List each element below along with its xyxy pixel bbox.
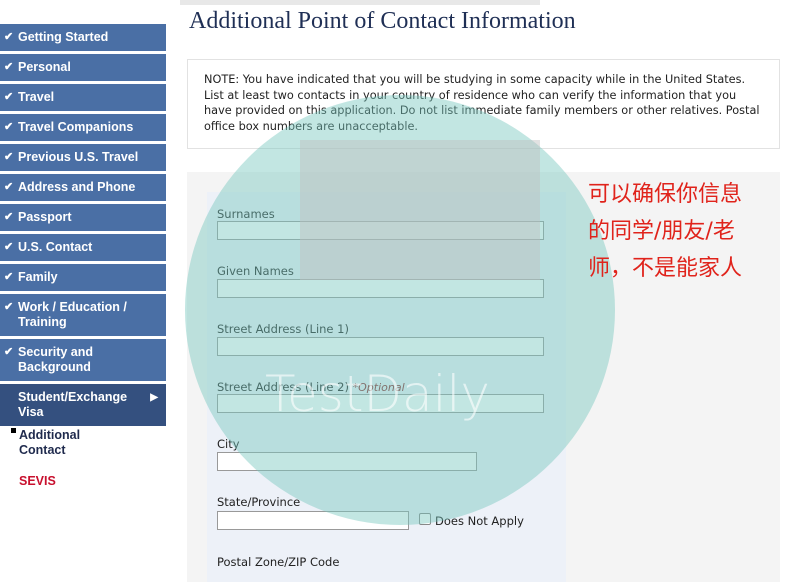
street2-label-text: Street Address (Line 2)	[217, 380, 349, 394]
arrow-right-icon: ▶	[150, 392, 158, 403]
sidebar-item-label: Travel Companions	[18, 120, 134, 134]
street2-label: Street Address (Line 2) *Optional	[217, 380, 405, 394]
sidebar-nav: ✔ Getting Started ✔ Personal ✔ Travel ✔ Trav…	[0, 24, 166, 429]
check-icon: ✔	[4, 181, 14, 193]
sidebar-item-personal[interactable]: ✔ Personal	[0, 54, 166, 81]
check-icon: ✔	[4, 151, 14, 163]
annotation-text: 可以确保你信息的同学/朋友/老师，不是能家人	[588, 182, 743, 281]
postal-label: Postal Zone/ZIP Code	[217, 555, 340, 569]
bullet-icon	[11, 428, 16, 433]
city-input[interactable]	[217, 452, 477, 471]
sidebar-item-student-exchange[interactable]: Student/Exchange Visa ▶	[0, 384, 166, 426]
sidebar-item-label: Getting Started	[18, 30, 109, 44]
page-title: Additional Point of Contact Information	[189, 8, 576, 34]
sidebar-item-family[interactable]: ✔ Family	[0, 264, 166, 291]
check-icon: ✔	[4, 211, 14, 223]
check-icon: ✔	[4, 271, 14, 283]
state-label: State/Province	[217, 495, 301, 509]
street2-input[interactable]	[217, 394, 544, 413]
surnames-label: Surnames	[217, 207, 275, 221]
sidebar-item-us-contact[interactable]: ✔ U.S. Contact	[0, 234, 166, 261]
sidebar-item-label: Student/Exchange Visa	[18, 390, 128, 419]
check-icon: ✔	[4, 346, 14, 358]
given-names-input[interactable]	[217, 279, 544, 298]
check-icon: ✔	[4, 91, 14, 103]
given-names-label: Given Names	[217, 264, 294, 278]
sidebar-subitem-sevis[interactable]: SEVIS	[19, 474, 56, 489]
sidebar-item-security[interactable]: ✔ Security and Background	[0, 339, 166, 381]
sidebar-item-previous-us-travel[interactable]: ✔ Previous U.S. Travel	[0, 144, 166, 171]
state-input[interactable]	[217, 511, 409, 530]
does-not-apply-label[interactable]: Does Not Apply	[435, 514, 524, 528]
sidebar-subitem-additional-contact[interactable]: Additional Contact	[19, 428, 99, 458]
street1-input[interactable]	[217, 337, 544, 356]
optional-tag: *Optional	[352, 381, 405, 394]
check-icon: ✔	[4, 61, 14, 73]
check-icon: ✔	[4, 31, 14, 43]
sidebar-item-address-phone[interactable]: ✔ Address and Phone	[0, 174, 166, 201]
check-icon: ✔	[4, 301, 14, 313]
sidebar-item-label: Address and Phone	[18, 180, 136, 194]
sidebar-item-label: Work / Education / Training	[18, 300, 127, 329]
sidebar-item-label: Family	[18, 270, 58, 284]
sidebar-item-passport[interactable]: ✔ Passport	[0, 204, 166, 231]
city-label: City	[217, 437, 240, 451]
surnames-input[interactable]	[217, 221, 544, 240]
sidebar-item-travel[interactable]: ✔ Travel	[0, 84, 166, 111]
top-bar	[180, 0, 540, 5]
check-icon: ✔	[4, 121, 14, 133]
sidebar-item-getting-started[interactable]: ✔ Getting Started	[0, 24, 166, 51]
sidebar-item-label: Passport	[18, 210, 72, 224]
sidebar-item-travel-companions[interactable]: ✔ Travel Companions	[0, 114, 166, 141]
street1-label: Street Address (Line 1)	[217, 322, 349, 336]
does-not-apply-checkbox[interactable]	[419, 513, 431, 525]
sidebar-item-work-education[interactable]: ✔ Work / Education / Training	[0, 294, 166, 336]
sidebar-item-label: Travel	[18, 90, 55, 104]
check-icon: ✔	[4, 241, 14, 253]
sidebar-item-label: U.S. Contact	[18, 240, 93, 254]
sidebar-item-label: Previous U.S. Travel	[18, 150, 139, 164]
note-box: NOTE: You have indicated that you will b…	[187, 59, 780, 149]
sidebar-item-label: Personal	[18, 60, 71, 74]
sidebar-item-label: Security and Background	[18, 345, 94, 374]
